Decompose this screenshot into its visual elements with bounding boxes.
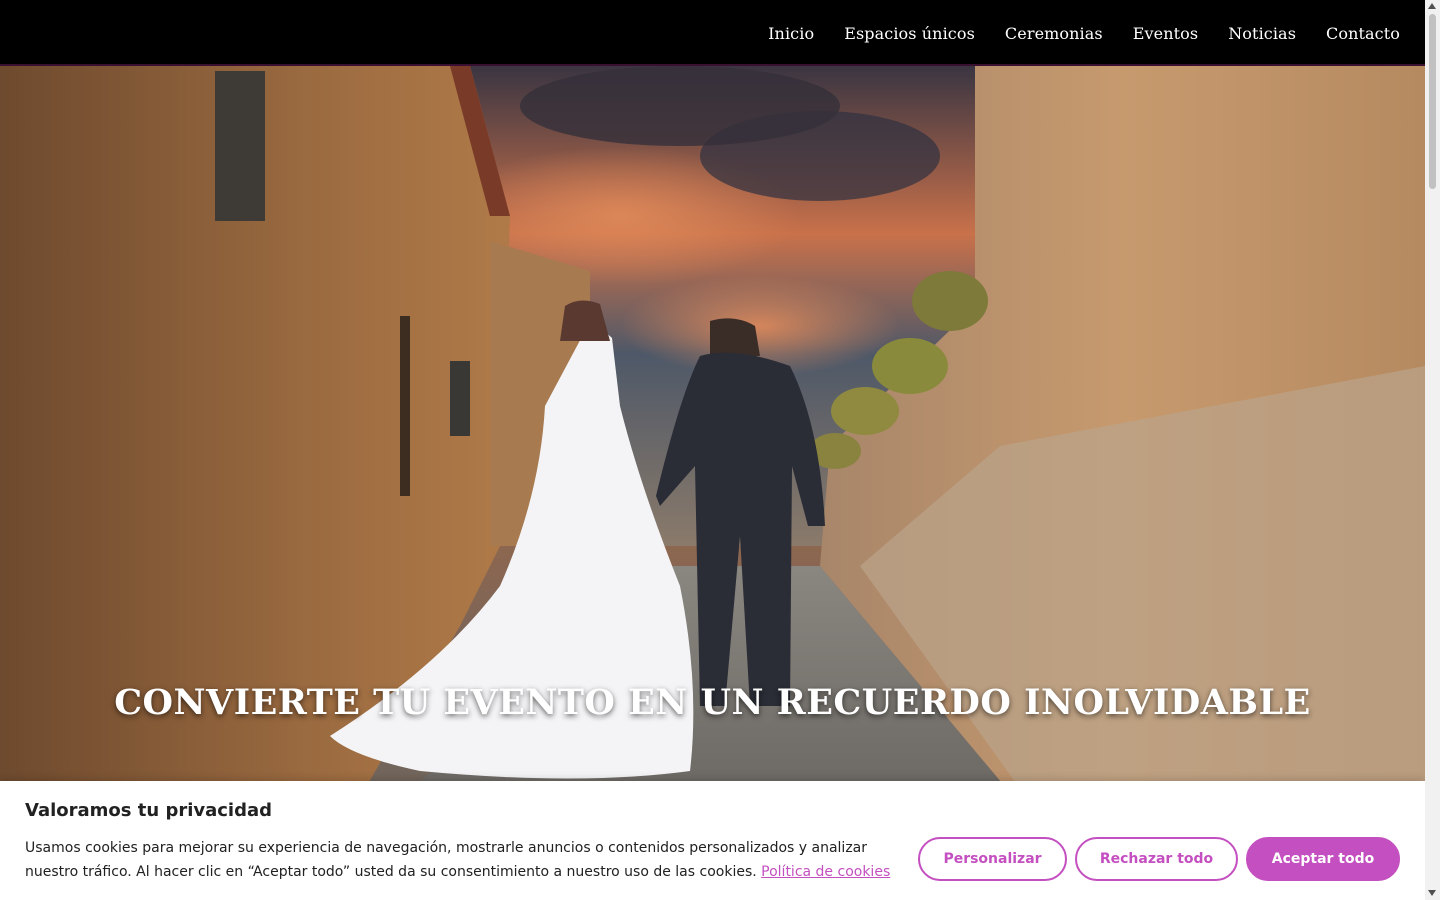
cookie-policy-link[interactable]: Política de cookies — [761, 864, 890, 880]
nav-item-contacto[interactable]: Contacto — [1326, 24, 1400, 43]
nav-item-noticias[interactable]: Noticias — [1228, 24, 1296, 43]
nav-item-inicio[interactable]: Inicio — [768, 24, 814, 43]
cookie-title: Valoramos tu privacidad — [25, 800, 273, 821]
hero-image — [0, 66, 1425, 900]
nav-item-espacios-unicos[interactable]: Espacios únicos — [844, 24, 975, 43]
cookie-description: Usamos cookies para mejorar su experienc… — [25, 840, 867, 880]
reject-all-button[interactable]: Rechazar todo — [1075, 837, 1238, 881]
hero-title: CONVIERTE TU EVENTO EN UN RECUERDO INOLV… — [114, 682, 1311, 723]
main-nav: Inicio Espacios únicos Ceremonias Evento… — [738, 0, 1400, 66]
page-scrollbar[interactable] — [1425, 0, 1440, 900]
cookie-banner: Valoramos tu privacidad Usamos cookies p… — [0, 781, 1425, 900]
scroll-thumb[interactable] — [1429, 14, 1436, 189]
cookie-text: Usamos cookies para mejorar su experienc… — [25, 836, 905, 884]
site-header: Inicio Espacios únicos Ceremonias Evento… — [0, 0, 1425, 66]
hero-section: CONVIERTE TU EVENTO EN UN RECUERDO INOLV… — [0, 66, 1425, 900]
scroll-up-icon[interactable] — [1428, 3, 1436, 9]
scroll-down-icon[interactable] — [1428, 890, 1436, 896]
nav-item-ceremonias[interactable]: Ceremonias — [1005, 24, 1103, 43]
nav-item-eventos[interactable]: Eventos — [1133, 24, 1198, 43]
customize-button[interactable]: Personalizar — [918, 837, 1067, 881]
accept-all-button[interactable]: Aceptar todo — [1246, 837, 1400, 881]
